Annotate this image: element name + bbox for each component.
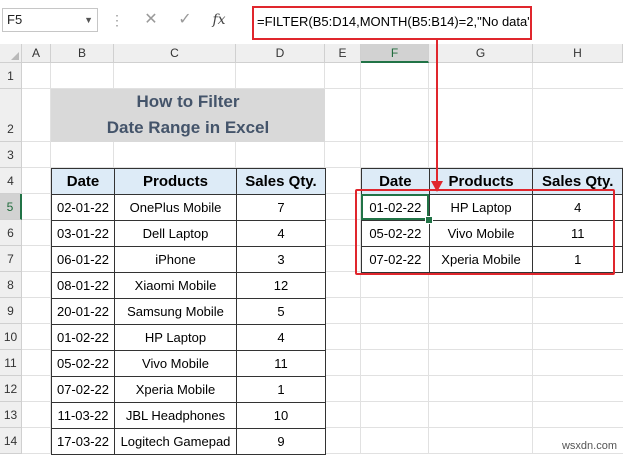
table-row: 11-03-22 JBL Headphones 10 [51, 402, 326, 429]
header-date[interactable]: Date [51, 168, 115, 195]
table-row: 08-01-22 Xiaomi Mobile 12 [51, 272, 326, 299]
formula-bar: F5 ▼ ⋮ ✕ ✓ fx =FILTER(B5:D14,MONTH(B5:B1… [0, 0, 623, 45]
cell-qty[interactable]: 12 [236, 272, 326, 299]
row-header-10[interactable]: 10 [0, 324, 22, 350]
sheet-title: How to Filter Date Range in Excel [51, 89, 325, 142]
enter-icon[interactable]: ✓ [174, 10, 196, 30]
cell-date[interactable]: 06-01-22 [51, 246, 115, 273]
row-header-12[interactable]: 12 [0, 376, 22, 402]
cell-date[interactable]: 03-01-22 [51, 220, 115, 247]
cell-product[interactable]: Dell Laptop [114, 220, 237, 247]
table-row: 07-02-22 Xperia Mobile 1 [51, 376, 326, 403]
row-header-7[interactable]: 7 [0, 246, 22, 272]
cell-qty[interactable]: 4 [236, 324, 326, 351]
formula-input[interactable]: =FILTER(B5:D14,MONTH(B5:B14)=2,"No data"… [252, 6, 532, 40]
cell-date[interactable]: 08-01-22 [51, 272, 115, 299]
column-header-b[interactable]: B [51, 44, 114, 63]
cell-qty[interactable]: 11 [236, 350, 326, 377]
row-header-2[interactable]: 2 [0, 89, 22, 142]
column-header-g[interactable]: G [429, 44, 533, 63]
cell-date[interactable]: 17-03-22 [51, 428, 115, 455]
table-row: 02-01-22 OnePlus Mobile 7 [51, 194, 326, 221]
watermark: wsxdn.com [561, 440, 617, 452]
cell-qty[interactable]: 9 [236, 428, 326, 455]
row-header-8[interactable]: 8 [0, 272, 22, 298]
cell-product[interactable]: iPhone [114, 246, 237, 273]
annotation-arrow-shaft [436, 40, 438, 185]
header-products[interactable]: Products [114, 168, 237, 195]
column-header-d[interactable]: D [236, 44, 325, 63]
select-all-button[interactable] [0, 44, 22, 63]
cell-qty[interactable]: 4 [236, 220, 326, 247]
table-row: 20-01-22 Samsung Mobile 5 [51, 298, 326, 325]
cell-product[interactable]: Logitech Gamepad [114, 428, 237, 455]
title-line-2: Date Range in Excel [106, 118, 270, 137]
column-header-c[interactable]: C [114, 44, 236, 63]
table-row: 01-02-22 HP Laptop 4 [51, 324, 326, 351]
row-header-5[interactable]: 5 [0, 194, 22, 220]
column-header-h[interactable]: H [533, 44, 623, 63]
cell-date[interactable]: 11-03-22 [51, 402, 115, 429]
cell-date[interactable]: 05-02-22 [51, 350, 115, 377]
row-header-14[interactable]: 14 [0, 428, 22, 454]
column-header-e[interactable]: E [325, 44, 361, 63]
cell-date[interactable]: 20-01-22 [51, 298, 115, 325]
table-row: 17-03-22 Logitech Gamepad 9 [51, 428, 326, 455]
formula-bar-grip-icon: ⋮ [110, 12, 124, 28]
cell-date[interactable]: 07-02-22 [51, 376, 115, 403]
cell-product[interactable]: Xperia Mobile [114, 376, 237, 403]
cell-product[interactable]: JBL Headphones [114, 402, 237, 429]
cell-qty[interactable]: 5 [236, 298, 326, 325]
row-header-6[interactable]: 6 [0, 220, 22, 246]
table-row: 03-01-22 Dell Laptop 4 [51, 220, 326, 247]
table-row: 05-02-22 Vivo Mobile 11 [51, 350, 326, 377]
cell-qty[interactable]: 7 [236, 194, 326, 221]
cell-qty[interactable]: 3 [236, 246, 326, 273]
row-header-9[interactable]: 9 [0, 298, 22, 324]
insert-function-button[interactable]: fx [208, 10, 230, 30]
row-header-3[interactable]: 3 [0, 142, 22, 168]
name-box[interactable]: F5 ▼ [2, 8, 98, 32]
cell-product[interactable]: Samsung Mobile [114, 298, 237, 325]
cell-product[interactable]: OnePlus Mobile [114, 194, 237, 221]
chevron-down-icon[interactable]: ▼ [84, 9, 93, 31]
cell-qty[interactable]: 10 [236, 402, 326, 429]
cell-product[interactable]: Vivo Mobile [114, 350, 237, 377]
cell-product[interactable]: Xiaomi Mobile [114, 272, 237, 299]
cell-date[interactable]: 02-01-22 [51, 194, 115, 221]
result-highlight-box [355, 189, 615, 275]
row-header-11[interactable]: 11 [0, 350, 22, 376]
column-header-a[interactable]: A [22, 44, 51, 63]
name-box-value: F5 [7, 12, 23, 27]
title-line-1: How to Filter [136, 92, 240, 111]
cell-product[interactable]: HP Laptop [114, 324, 237, 351]
source-table: Date Products Sales Qty. 02-01-22 OnePlu… [51, 168, 326, 455]
row-header-13[interactable]: 13 [0, 402, 22, 428]
header-sales-qty[interactable]: Sales Qty. [236, 168, 326, 195]
table-row: 06-01-22 iPhone 3 [51, 246, 326, 273]
arrow-down-icon [431, 181, 443, 192]
table-header-row: Date Products Sales Qty. [51, 168, 326, 195]
cancel-icon[interactable]: ✕ [140, 10, 162, 30]
cell-qty[interactable]: 1 [236, 376, 326, 403]
column-header-f[interactable]: F [361, 44, 429, 63]
row-header-1[interactable]: 1 [0, 63, 22, 89]
cell-date[interactable]: 01-02-22 [51, 324, 115, 351]
row-header-4[interactable]: 4 [0, 168, 22, 194]
